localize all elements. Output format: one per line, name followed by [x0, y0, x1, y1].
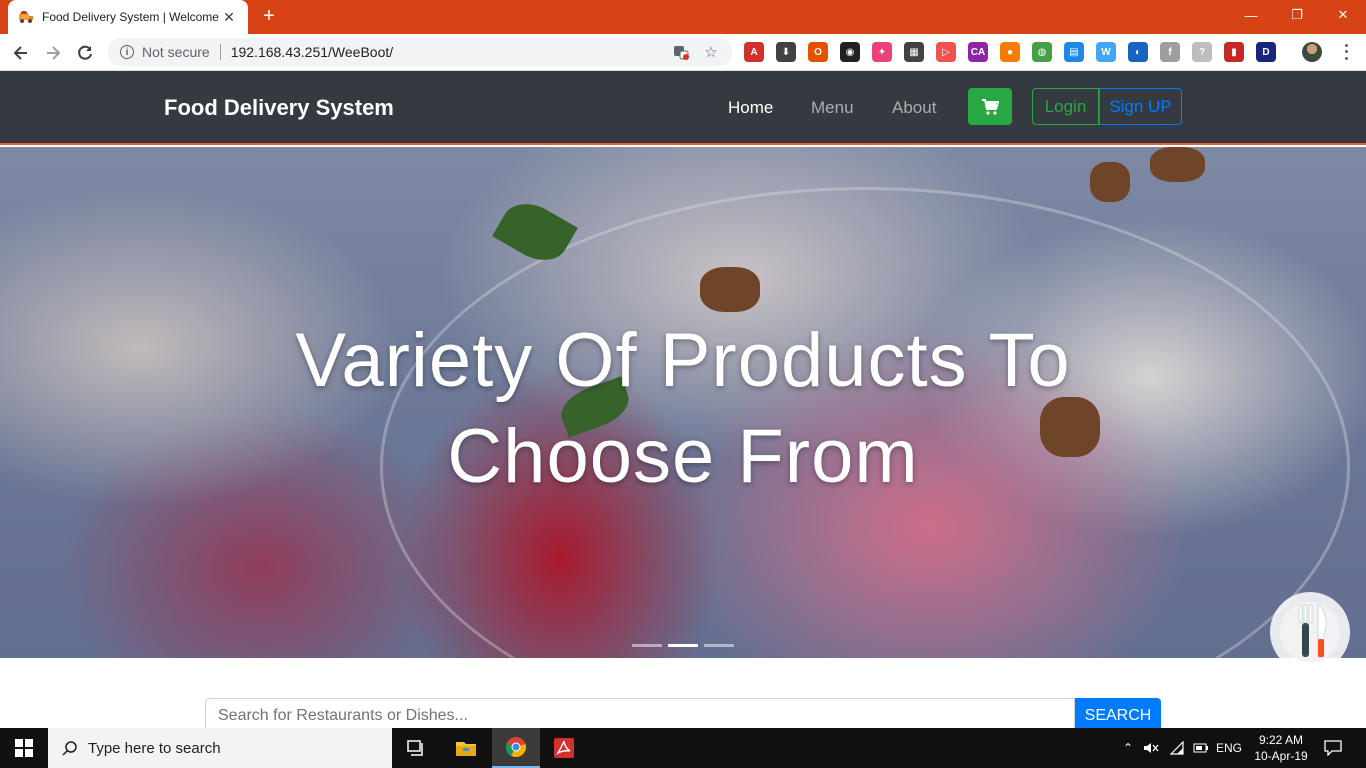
download-extension-icon[interactable]: ⬇ — [776, 42, 796, 62]
hero-carousel[interactable]: Variety Of Products To Choose From — [0, 147, 1366, 658]
fork-knife-icon — [1280, 602, 1340, 662]
globe-extension-icon[interactable]: ◍ — [1032, 42, 1052, 62]
windows-taskbar: Type here to search ⌃ ENG 9:22 AM 10-Apr… — [0, 728, 1366, 768]
action-center-button[interactable] — [1318, 728, 1348, 768]
help-extension-icon[interactable]: ? — [1192, 42, 1212, 62]
search-bar: SEARCH — [205, 698, 1161, 734]
reload-button[interactable] — [72, 40, 98, 66]
volume-muted-icon[interactable] — [1140, 728, 1162, 768]
nav-link-about[interactable]: About — [892, 98, 936, 118]
folder-icon — [456, 742, 476, 756]
translate-icon[interactable] — [672, 43, 690, 61]
pecan-decoration — [700, 267, 760, 312]
carousel-indicator[interactable] — [632, 644, 662, 647]
acrobat-taskbar-button[interactable] — [540, 728, 588, 768]
login-button[interactable]: Login — [1032, 88, 1099, 125]
forward-arrow-icon — [47, 46, 61, 60]
input-language-indicator[interactable]: ENG — [1214, 728, 1244, 768]
maximize-window-button[interactable]: ❐ — [1274, 0, 1320, 30]
taskbar-search-placeholder: Type here to search — [88, 739, 221, 757]
carousel-indicator[interactable] — [668, 644, 698, 647]
shopping-cart-icon — [982, 98, 999, 115]
browser-tab[interactable]: Food Delivery System | Welcome ✕ — [8, 0, 248, 34]
ca-extension-icon[interactable]: CA — [968, 42, 988, 62]
orange-circle-extension-icon[interactable]: ● — [1000, 42, 1020, 62]
url-text[interactable]: 192.168.43.251/WeeBoot/ — [231, 44, 660, 60]
forward-button[interactable] — [40, 40, 66, 66]
search-icon — [62, 741, 77, 756]
site-navbar: Food Delivery System Home Menu About Log… — [0, 71, 1366, 145]
qr-code-extension-icon[interactable]: ▦ — [904, 42, 924, 62]
file-explorer-button[interactable] — [442, 728, 490, 768]
reload-icon — [78, 45, 92, 60]
chrome-icon — [505, 737, 526, 758]
address-separator — [219, 44, 221, 60]
browser-tabstrip: Food Delivery System | Welcome ✕ + — ❐ ✕ — [0, 0, 1366, 34]
color-picker-extension-icon[interactable]: ◉ — [840, 42, 860, 62]
task-view-icon — [407, 740, 423, 756]
back-arrow-icon — [13, 46, 27, 60]
taskbar-search-box[interactable]: Type here to search — [48, 728, 392, 768]
fork-knife-logo[interactable] — [1270, 592, 1350, 672]
acrobat-extension-icon[interactable]: A — [744, 42, 764, 62]
browser-toolbar: i Not secure 192.168.43.251/WeeBoot/ ☆ A… — [0, 34, 1366, 71]
carousel-indicators — [632, 644, 734, 647]
d-extension-icon[interactable]: D — [1256, 42, 1276, 62]
bookmark-star-icon[interactable]: ☆ — [702, 43, 720, 61]
tab-title: Food Delivery System | Welcome — [42, 10, 219, 24]
book-extension-icon[interactable]: ▮ — [1224, 42, 1244, 62]
signup-button[interactable]: Sign UP — [1099, 88, 1182, 125]
notification-icon — [1324, 740, 1342, 756]
clock-time: 9:22 AM — [1258, 733, 1304, 747]
strawberry-leaf-decoration — [492, 192, 578, 272]
new-tab-button[interactable]: + — [258, 6, 280, 28]
cast-extension-icon[interactable]: ▷ — [936, 42, 956, 62]
start-button[interactable] — [0, 728, 48, 768]
system-clock[interactable]: 9:22 AM 10-Apr-19 — [1246, 732, 1316, 764]
address-bar[interactable]: i Not secure 192.168.43.251/WeeBoot/ ☆ — [108, 38, 732, 66]
wifi-icon[interactable] — [1166, 728, 1188, 768]
browser-menu-icon[interactable] — [1338, 42, 1354, 62]
windows-logo-icon — [15, 739, 33, 757]
site-info-icon[interactable]: i — [120, 45, 134, 59]
unicorn-extension-icon[interactable]: ✦ — [872, 42, 892, 62]
earth-extension-icon[interactable]: ◐ — [1128, 42, 1148, 62]
nav-link-menu[interactable]: Menu — [811, 98, 854, 118]
food-truck-icon — [19, 11, 33, 23]
chrome-taskbar-button[interactable] — [492, 728, 540, 768]
nav-link-home[interactable]: Home — [728, 98, 773, 118]
minimize-window-button[interactable]: — — [1228, 0, 1274, 30]
extensions-bar: A ⬇ O ◉ ✦ ▦ ▷ CA ● ◍ ▤ W ◐ f? ▮ D — [744, 42, 1276, 62]
clock-date: 10-Apr-19 — [1254, 749, 1308, 763]
acrobat-icon — [554, 738, 574, 758]
cart-button[interactable] — [968, 88, 1012, 125]
font-extension-icon[interactable]: f — [1160, 42, 1180, 62]
pecan-decoration — [1090, 162, 1130, 202]
not-secure-label: Not secure — [142, 44, 210, 60]
close-tab-icon[interactable]: ✕ — [220, 9, 238, 26]
battery-icon[interactable] — [1190, 728, 1212, 768]
back-button[interactable] — [8, 40, 34, 66]
pecan-decoration — [1150, 147, 1205, 182]
profile-avatar[interactable] — [1302, 42, 1322, 62]
hero-heading: Variety Of Products To Choose From — [295, 318, 1071, 499]
close-window-button[interactable]: ✕ — [1320, 0, 1366, 30]
carousel-indicator[interactable] — [704, 644, 734, 647]
office-extension-icon[interactable]: O — [808, 42, 828, 62]
site-brand[interactable]: Food Delivery System — [164, 95, 394, 121]
docs-extension-icon[interactable]: ▤ — [1064, 42, 1084, 62]
wordpress-extension-icon[interactable]: W — [1096, 42, 1116, 62]
task-view-button[interactable] — [392, 728, 440, 768]
show-hidden-icons-icon[interactable]: ⌃ — [1118, 728, 1138, 768]
